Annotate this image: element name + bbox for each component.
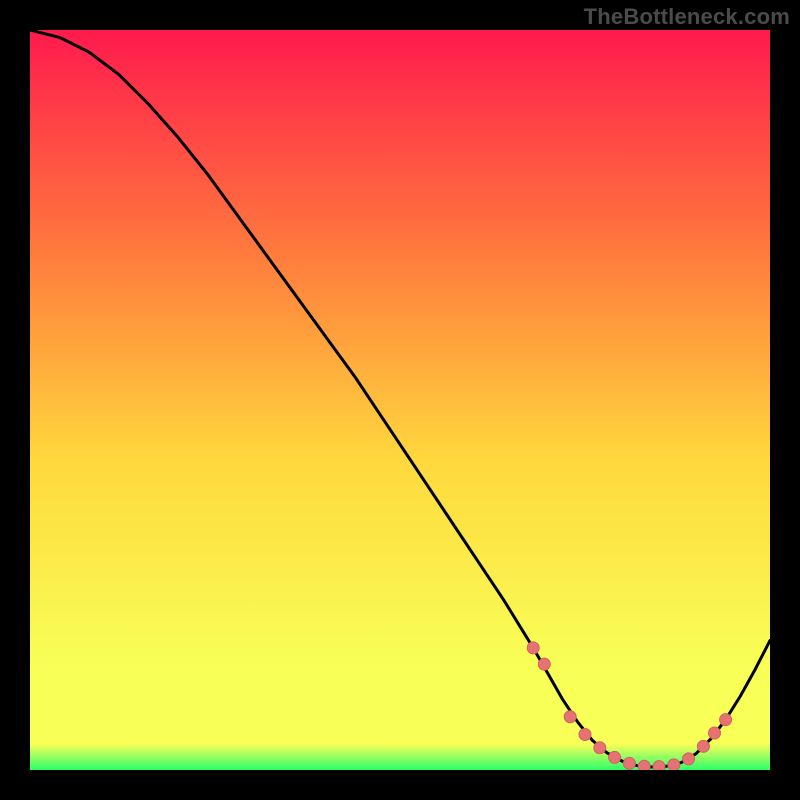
- chart-frame: TheBottleneck.com: [0, 0, 800, 800]
- marker-dot: [579, 728, 591, 740]
- marker-dot: [720, 714, 732, 726]
- marker-dot: [527, 642, 539, 654]
- marker-dot: [668, 759, 680, 770]
- marker-dot: [594, 742, 606, 754]
- marker-dot: [609, 751, 621, 763]
- marker-dot: [638, 760, 650, 770]
- marker-dot: [623, 757, 635, 769]
- marker-dot: [538, 658, 550, 670]
- watermark-text: TheBottleneck.com: [584, 4, 790, 30]
- marker-dot: [564, 711, 576, 723]
- chart-background: [30, 30, 770, 770]
- plot-area: [30, 30, 770, 770]
- marker-dot: [683, 753, 695, 765]
- marker-dot: [697, 740, 709, 752]
- marker-dot: [709, 727, 721, 739]
- marker-dot: [653, 761, 665, 770]
- chart-svg: [30, 30, 770, 770]
